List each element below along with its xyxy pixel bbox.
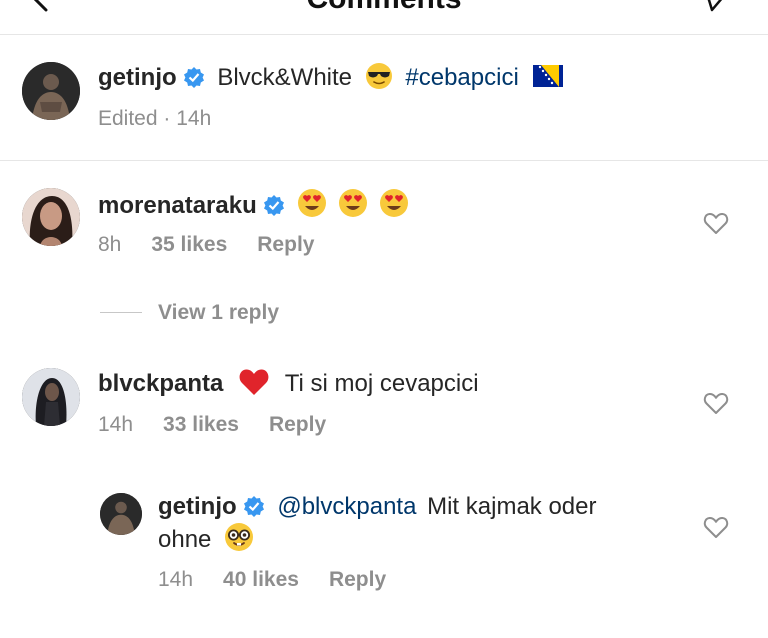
reply-button[interactable]: Reply [329,568,386,591]
view-replies-button[interactable]: View 1 reply [158,301,279,325]
comment-text-1: morenataraku [98,188,409,221]
reply-button[interactable]: Reply [257,233,314,256]
comment-avatar-blvckpanta[interactable] [22,368,80,426]
comment-meta-2: 14h 33 likes Reply [98,413,326,437]
heart-outline-icon[interactable] [703,211,729,235]
reply-mention[interactable]: @blvckpanta [277,493,416,520]
heart-outline-icon[interactable] [703,391,729,415]
comment-time: 8h [98,233,122,256]
verified-badge-icon [183,67,204,88]
reply-meta: 14h 40 likes Reply [158,568,386,592]
caption-username[interactable]: getinjo [98,64,177,91]
reply-body-line2: ohne [158,526,212,553]
comment-likes[interactable]: 33 likes [163,413,239,436]
nerd-face-emoji [225,523,254,551]
reply-body-line1: Mit kajmak oder [427,493,597,520]
comment-body: Ti si moj cevapcici [284,370,479,397]
comment-avatar-morenataraku[interactable] [22,188,80,246]
heart-eyes-emoji [339,189,368,217]
caption-text: getinjo Blvck&White #cebapcici [98,62,564,93]
verified-badge-icon [263,195,284,216]
heart-outline-icon[interactable] [703,515,729,539]
caption-divider [0,160,768,161]
reply-time: 14h [158,568,194,591]
sunglasses-emoji [365,63,392,89]
bosnia-flag-emoji [533,65,564,87]
red-heart-emoji [239,369,269,395]
reply-button[interactable]: Reply [269,413,326,436]
comment-text-2: blvckpanta Ti si moj cevapcici [98,367,479,399]
caption-hashtag[interactable]: #cebapcici [405,64,518,91]
heart-eyes-emoji [379,189,408,217]
comment-meta-1: 8h 35 likes Reply [98,233,314,257]
comment-time: 14h [98,413,134,436]
caption-avatar[interactable] [22,62,80,120]
comments-header: Comments [0,0,768,35]
reply-likes[interactable]: 40 likes [223,568,299,591]
comment-username[interactable]: blvckpanta [98,370,223,397]
reply-username[interactable]: getinjo [158,493,237,520]
caption-body: Blvck&White [217,64,353,91]
caption-meta: Edited · 14h [98,107,212,130]
comment-likes[interactable]: 35 likes [151,233,227,256]
reply-text-line2: ohne [158,522,254,555]
send-icon[interactable] [698,0,726,12]
page-title: Comments [0,0,768,16]
reply-text: getinjo @blvckpanta Mit kajmak oder [158,492,597,522]
reply-avatar-getinjo[interactable] [100,493,142,535]
heart-eyes-emoji [298,189,327,217]
verified-badge-icon [243,496,264,517]
comment-username[interactable]: morenataraku [98,192,257,219]
view-replies-line [100,312,142,313]
